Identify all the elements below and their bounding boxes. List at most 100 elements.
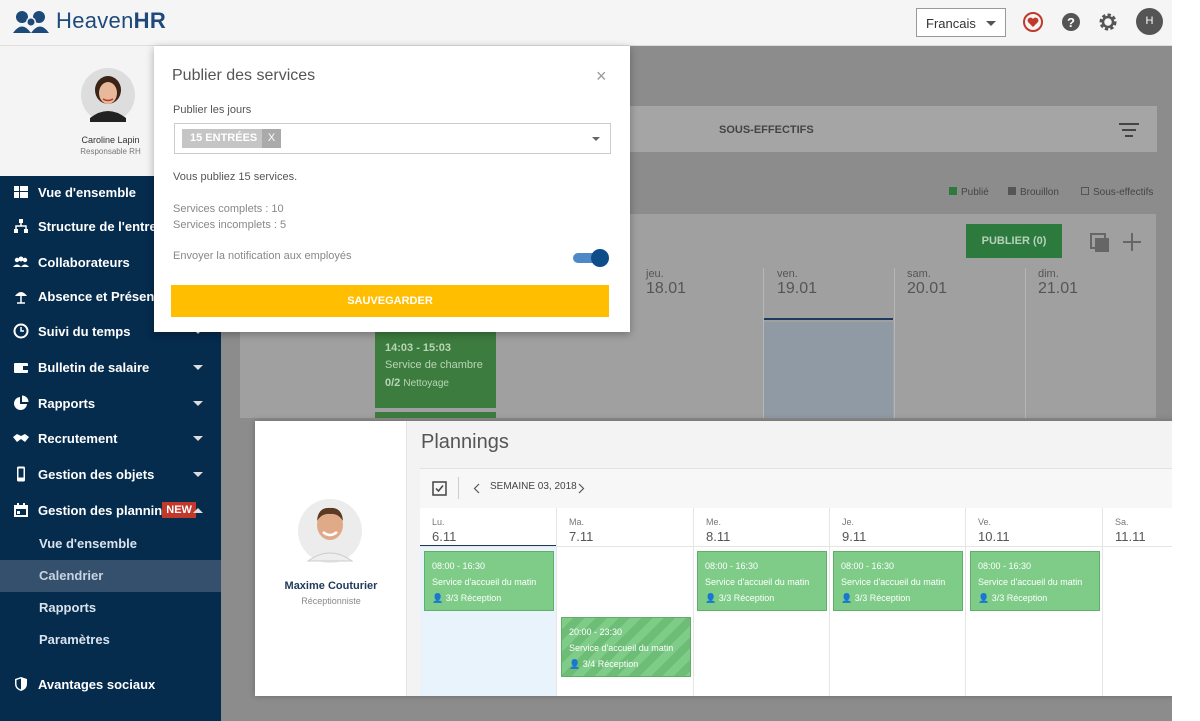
days-select[interactable]: 15 ENTRÉES X <box>174 123 611 154</box>
publish-button[interactable]: PUBLIER (0) <box>966 224 1062 258</box>
filter-bar <box>630 106 1157 152</box>
calendar-check-icon[interactable] <box>432 481 447 496</box>
plannings-card: Maxime Couturier Réceptionniste Planning… <box>255 421 1193 696</box>
nav-label: Vue d'ensemble <box>38 184 136 200</box>
day-label: Lu. <box>432 517 445 527</box>
bg-day-label: dim. <box>1038 268 1059 280</box>
bg-day: jeu. 18.01 <box>646 268 686 298</box>
help-icon[interactable]: ? <box>1061 12 1081 32</box>
subnav-overview[interactable]: Vue d'ensemble <box>0 528 221 560</box>
nav-recrutement[interactable]: Recrutement <box>0 421 221 455</box>
days-label: Publier les jours <box>173 104 252 116</box>
chevron-right-icon[interactable] <box>578 483 585 494</box>
logo-text-light: Heaven <box>56 8 134 33</box>
chevron-down-icon <box>193 365 203 375</box>
shift-count: 0/2 <box>385 377 401 389</box>
nav-rapports[interactable]: Rapports <box>0 386 221 420</box>
bg-shift-card[interactable]: 14:03 - 15:03 Service de chambre 0/2 Net… <box>375 332 496 408</box>
gear-icon[interactable] <box>1098 12 1118 32</box>
nav-label: Suivi du temps <box>38 323 131 339</box>
sous-effectifs-tab[interactable]: SOUS-EFFECTIFS <box>719 124 814 136</box>
shift-count: 3/3 Réception <box>445 593 502 603</box>
logo[interactable]: HeavenHR <box>12 8 166 34</box>
shift-service: Service d'accueil du matin <box>978 577 1083 587</box>
bg-day-label: sam. <box>907 268 931 280</box>
shift-card[interactable]: 08:00 - 16:30 Service d'accueil du matin… <box>833 551 963 611</box>
chevron-left-icon[interactable] <box>473 483 480 494</box>
shift-service: Service d'accueil du matin <box>841 577 946 587</box>
legend-understaffed: Sous-effectifs <box>1081 187 1153 198</box>
modal-title: Publier des services <box>172 67 316 84</box>
nav-avantages[interactable]: Avantages sociaux <box>0 667 221 701</box>
incomplete-services: Services incomplets : 5 <box>173 219 287 231</box>
nav-bulletin[interactable]: Bulletin de salaire <box>0 350 221 384</box>
legend-published: Publié <box>949 187 989 198</box>
close-icon[interactable]: × <box>596 66 607 87</box>
bg-day-num: 19.01 <box>777 280 818 297</box>
day-number: 6.11 <box>432 529 457 544</box>
shift-dept: Nettoyage <box>403 378 449 389</box>
subnav-rapports[interactable]: Rapports <box>0 592 221 624</box>
subnav-parametres[interactable]: Paramètres <box>0 624 221 656</box>
person-icon: 👤 <box>841 593 853 603</box>
day-number: 10.11 <box>978 529 1010 544</box>
save-button[interactable]: SAUVEGARDER <box>171 285 609 317</box>
heart-icon[interactable] <box>1023 12 1043 32</box>
copy-icon[interactable] <box>1090 233 1110 253</box>
shift-card[interactable]: 08:00 - 16:30 Service d'accueil du matin… <box>697 551 827 611</box>
shift-count: 3/3 Réception <box>854 593 911 603</box>
bg-day: sam. 20.01 <box>907 268 947 298</box>
notify-toggle[interactable] <box>573 249 609 267</box>
publish-summary: Vous publiez 15 services. <box>173 171 298 183</box>
employee-avatar[interactable] <box>298 499 362 563</box>
svg-text:?: ? <box>1067 15 1075 30</box>
bg-shift-card-next <box>375 412 496 418</box>
profile-avatar[interactable] <box>81 68 135 122</box>
person-icon: 👤 <box>432 593 444 603</box>
chevron-down-icon <box>193 436 203 446</box>
shift-time: 14:03 - 15:03 <box>385 342 452 354</box>
shift-count: 3/3 Réception <box>991 593 1048 603</box>
shift-service: Service d'accueil du matin <box>432 577 537 587</box>
user-avatar[interactable]: H <box>1136 8 1163 35</box>
overview-icon <box>14 186 28 198</box>
day-label: Ma. <box>569 517 585 527</box>
shift-count: 3/3 Réception <box>718 593 775 603</box>
language-select[interactable]: Francais <box>916 8 1006 37</box>
day-label: Me. <box>706 517 722 527</box>
nav-label: Recrutement <box>38 430 118 446</box>
top-bar: HeavenHR Francais ? H <box>0 0 1172 46</box>
day-number: 9.11 <box>842 529 867 544</box>
filter-icon[interactable] <box>1119 123 1139 137</box>
legend-label: Brouillon <box>1020 187 1059 198</box>
person-icon: 👤 <box>569 659 581 669</box>
day-label: Je. <box>842 517 855 527</box>
wallet-icon <box>14 363 28 373</box>
logo-text-bold: HR <box>133 8 167 33</box>
shift-card[interactable]: 08:00 - 16:30 Service d'accueil du matin… <box>424 551 554 611</box>
tag-remove-button[interactable]: X <box>262 129 281 148</box>
day-number: 7.11 <box>569 529 594 544</box>
nav-objets[interactable]: Gestion des objets <box>0 457 221 491</box>
nav-plannings[interactable]: Gestion des plannin NEW <box>0 493 221 527</box>
shift-time: 20:00 - 23:30 <box>569 627 623 637</box>
subnav-calendrier[interactable]: Calendrier <box>0 560 221 592</box>
pie-chart-icon <box>14 395 29 410</box>
day-label: Sa. <box>1115 517 1129 527</box>
week-label: SEMAINE 03, 2018 <box>490 481 577 492</box>
legend-draft: Brouillon <box>1008 187 1059 198</box>
publish-modal: Publier des services × Publier les jours… <box>154 46 630 332</box>
day-number: 11.11 <box>1115 529 1146 544</box>
nav-label: Absence et Présence <box>38 288 169 304</box>
nav-label: Structure de l'entrep <box>38 218 165 234</box>
nav-label: Gestion des plannin <box>38 502 163 518</box>
calendar-grid: Lu. 6.11 Ma. 7.11 Me. 8.11 Je. 9.11 Ve. … <box>420 508 1193 696</box>
notify-label: Envoyer la notification aux employés <box>173 250 352 262</box>
bg-day-num: 20.01 <box>907 280 948 297</box>
chevron-up-icon <box>193 503 203 513</box>
add-icon[interactable] <box>1123 233 1141 251</box>
shift-card[interactable]: 08:00 - 16:30 Service d'accueil du matin… <box>970 551 1100 611</box>
shift-card[interactable]: 20:00 - 23:30 Service d'accueil du matin… <box>561 617 691 677</box>
shift-time: 08:00 - 16:30 <box>432 561 486 571</box>
person-icon: 👤 <box>705 593 717 603</box>
